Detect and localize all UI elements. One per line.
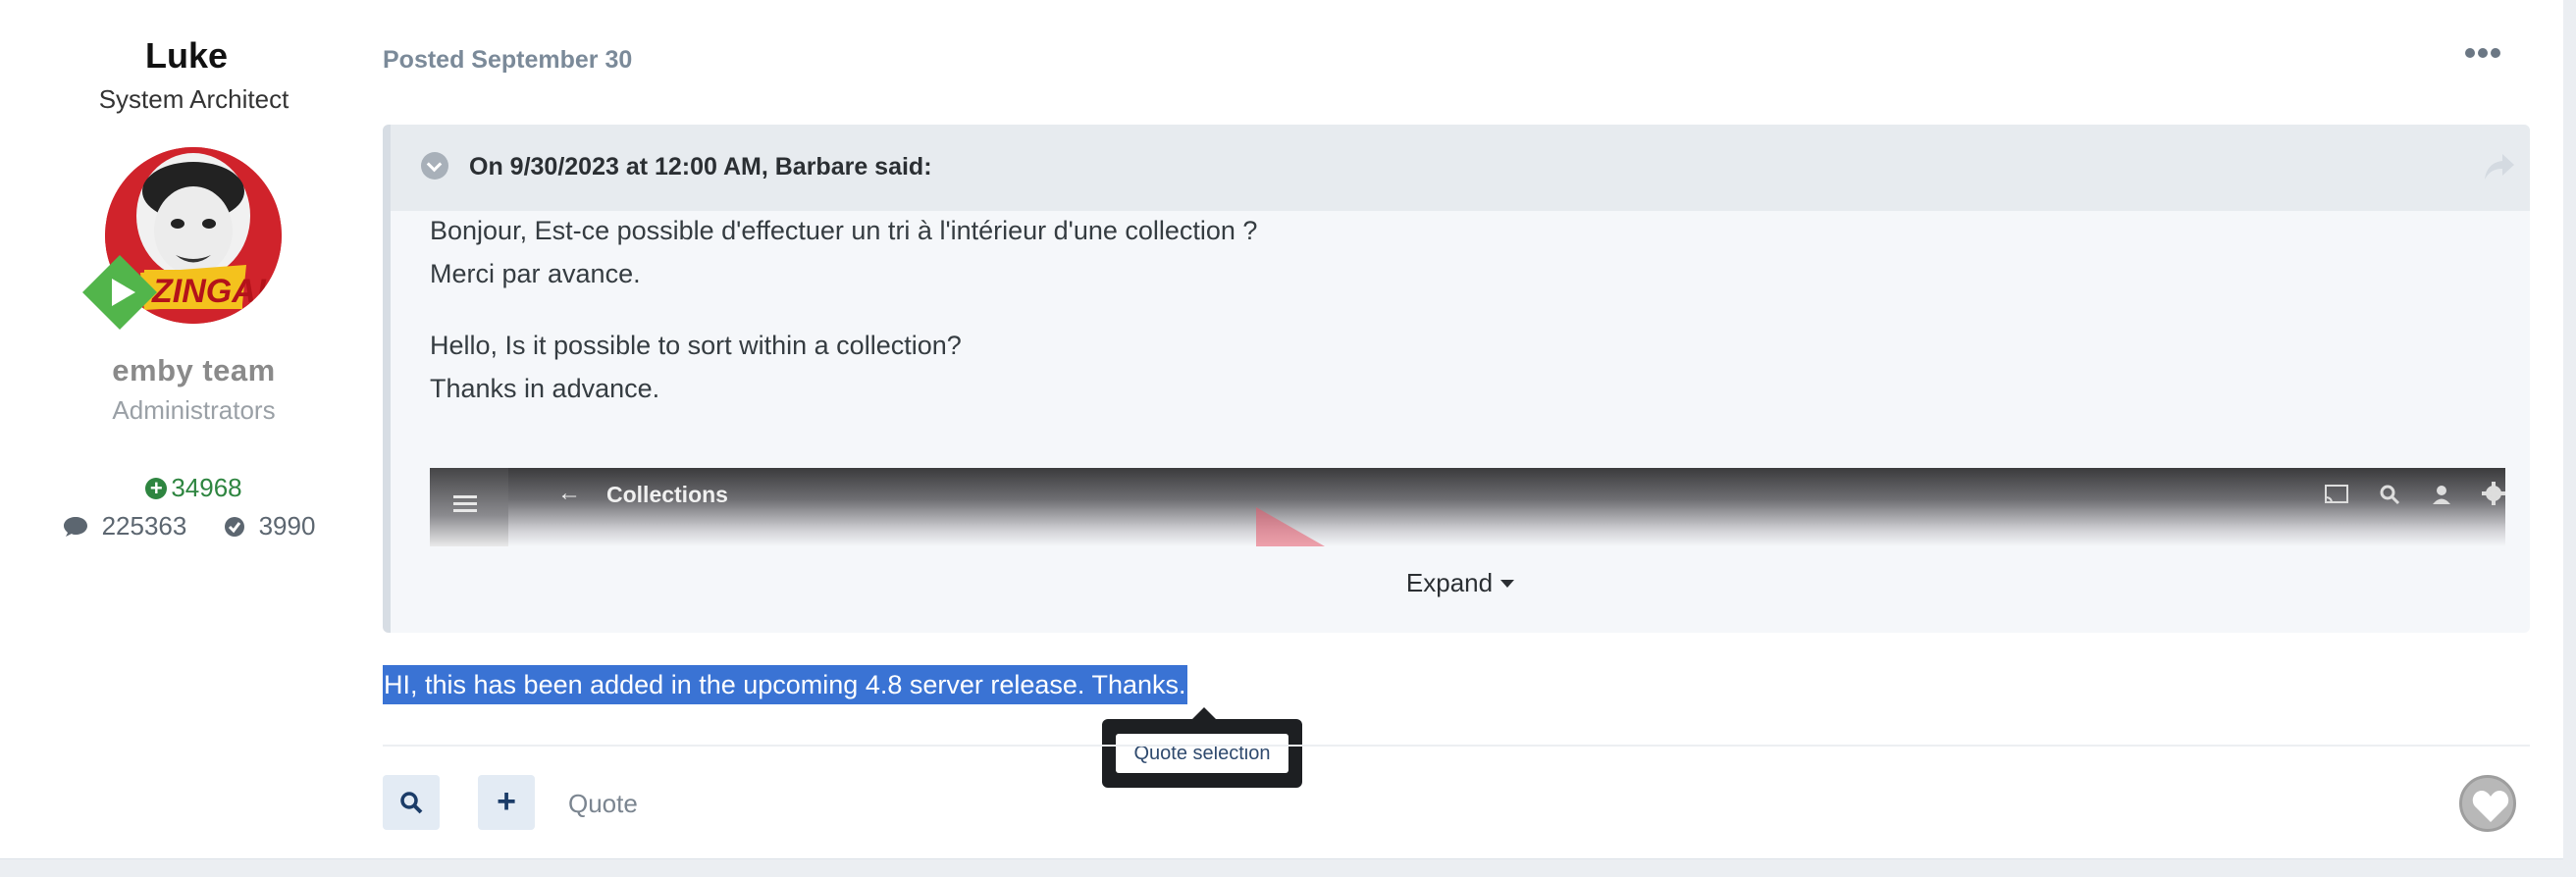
share-icon[interactable] — [2483, 152, 2516, 181]
author-name[interactable]: Luke — [0, 35, 373, 77]
author-stats: 225363 3990 — [0, 511, 388, 542]
forum-post: Luke System Architect ZINGA! emby team A… — [0, 0, 2563, 859]
group-name: Administrators — [112, 395, 276, 425]
quote-citation-bar: On 9/30/2023 at 12:00 AM, Barbare said: — [391, 125, 2530, 211]
plus-circle-icon: + — [145, 478, 168, 499]
quote-line: Thanks in advance. — [430, 374, 660, 403]
solution-count: 3990 — [224, 511, 326, 541]
search-button[interactable] — [383, 775, 440, 830]
author-panel: Luke System Architect ZINGA! emby team A… — [0, 0, 388, 858]
search-icon — [2380, 485, 2400, 505]
like-button[interactable] — [2459, 775, 2516, 832]
search-icon — [400, 792, 423, 814]
quote-block: On 9/30/2023 at 12:00 AM, Barbare said: … — [383, 125, 2530, 633]
expand-label: Expand — [1405, 568, 1494, 597]
expand-button[interactable]: Expand — [391, 568, 2530, 598]
heart-icon — [2472, 791, 2509, 822]
user-icon — [2432, 486, 2450, 504]
embedded-screenshot[interactable]: ← Collections — [430, 468, 2505, 546]
post-count: 225363 — [63, 511, 204, 541]
divider — [383, 745, 2530, 747]
post-body-selected-text[interactable]: HI, this has been added in the upcoming … — [383, 665, 1187, 704]
reputation-badge: +34968 — [0, 473, 388, 503]
quote-citation[interactable]: On 9/30/2023 at 12:00 AM, Barbare said: — [469, 153, 932, 181]
embed-toolbar — [2298, 482, 2505, 509]
comment-icon — [63, 517, 87, 537]
quote-button[interactable]: Quote — [568, 789, 638, 819]
quote-line: Bonjour, Est-ce possible d'effectuer un … — [430, 216, 1258, 245]
check-circle-icon — [224, 517, 244, 537]
play-badge-icon — [80, 253, 159, 332]
plus-icon: + — [497, 783, 516, 820]
svg-text:ZINGA!: ZINGA! — [151, 273, 267, 310]
cast-icon — [2324, 485, 2348, 504]
multiquote-button[interactable]: + — [478, 775, 535, 830]
quote-selection-button[interactable]: Quote selection — [1116, 734, 1288, 773]
group-logo: emby team — [112, 353, 276, 387]
back-arrow-icon: ← — [557, 480, 581, 506]
quote-selection-popup: Quote selection — [1102, 707, 1302, 788]
quote-line: Hello, Is it possible to sort within a c… — [430, 331, 962, 360]
posted-date[interactable]: Posted September 30 — [383, 46, 632, 75]
chevron-down-icon[interactable] — [421, 152, 448, 180]
author-title: System Architect — [98, 84, 289, 114]
reputation-count: 34968 — [171, 473, 242, 502]
gear-icon — [2482, 482, 2505, 505]
embed-title: Collections — [606, 482, 728, 507]
more-icon[interactable] — [2465, 45, 2512, 71]
menu-icon — [453, 495, 477, 516]
quote-line: Merci par avance. — [430, 259, 641, 288]
caret-down-icon — [1500, 580, 1515, 588]
